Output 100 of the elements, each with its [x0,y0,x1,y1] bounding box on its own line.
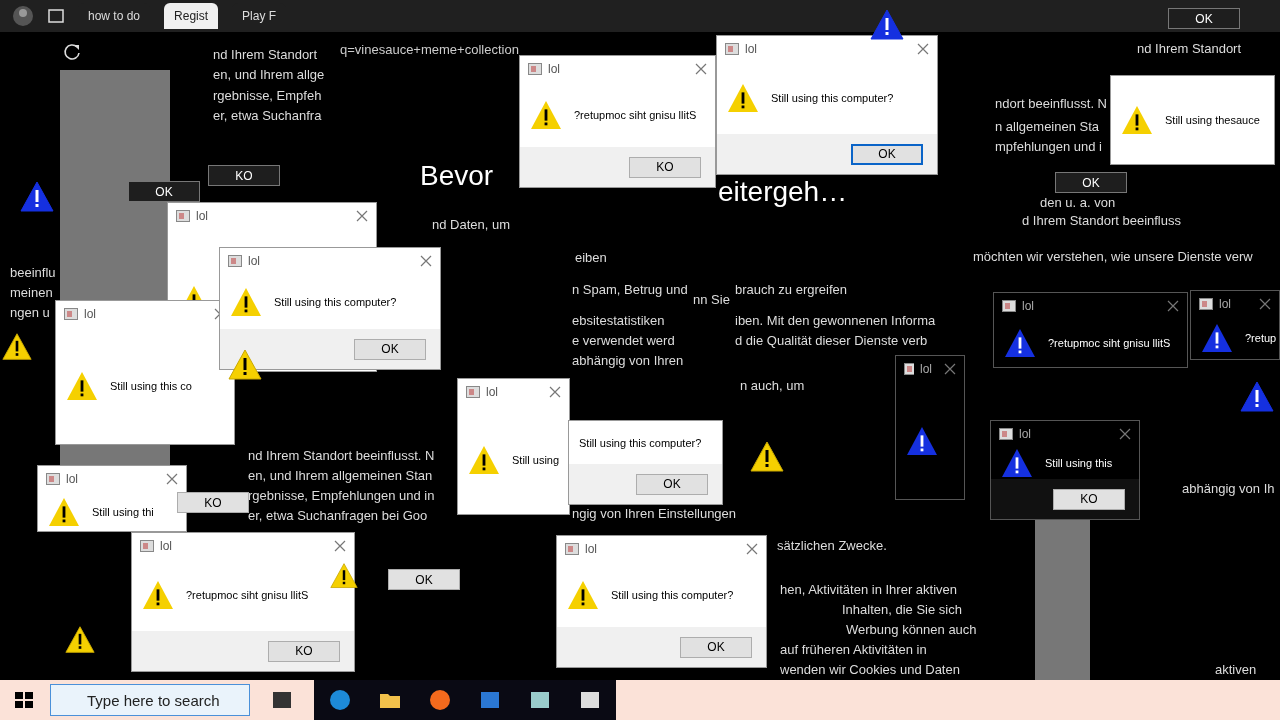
close-icon[interactable] [695,63,707,75]
page-text: hen, Aktivitäten in Ihrer aktiven [780,582,958,597]
window-icon [176,210,190,222]
close-icon[interactable] [944,363,956,375]
page-heading: eitergeh… [718,176,848,208]
page-text: d die Qualität dieser Dienste verb [735,333,928,348]
dialog-message: Still using this computer? [611,588,734,601]
window-title: lol [1019,427,1031,441]
warning-icon [142,580,174,610]
close-icon[interactable] [334,540,346,552]
ok-button[interactable]: OK [1055,172,1127,193]
warning-icon [530,99,562,130]
warning-icon [1240,380,1274,414]
ok-button[interactable]: KO [208,165,280,186]
warning-icon [468,444,500,475]
page-text: rgebnisse, Empfeh [213,88,322,103]
page-text: abhängig von Ihren [572,353,684,368]
page-text: n auch, um [740,378,805,393]
close-icon[interactable] [746,543,758,555]
window-icon [999,428,1013,440]
window-icon [1199,298,1213,310]
page-text: n Spam, Betrug und [572,282,688,297]
address-bar[interactable]: q=vinesauce+meme+collection [340,42,519,57]
warning-icon [906,425,938,456]
warning-icon [1001,448,1033,478]
ok-button[interactable]: OK [354,338,426,360]
page-text: rgebnisse, Empfehlungen und in [248,488,435,503]
warning-icon [20,180,54,214]
ok-button[interactable]: KO [177,492,249,513]
warning-icon [65,625,95,655]
page-text: sätzlichen Zwecke. [777,538,887,553]
close-icon[interactable] [420,255,432,267]
close-icon[interactable] [356,210,368,222]
dialog-message: Still using thi [92,505,154,518]
page-text: nd Ihrem Standort [213,47,318,62]
window-icon [725,43,739,55]
dialog-message: Still using thesauce [1165,114,1260,126]
ok-button[interactable]: OK [680,636,752,658]
page-text: eiben [575,250,607,265]
warning-icon [48,496,80,527]
ok-button[interactable]: KO [1053,488,1125,510]
page-text: nd Daten, um [432,217,511,232]
ok-button[interactable]: OK [388,569,460,590]
page-text: auf früheren Aktivitäten in [780,642,927,657]
warning-icon [1201,323,1233,353]
window-title: lol [1022,299,1034,313]
window-title: lol [1219,297,1231,311]
page-text: brauch zu ergreifen [735,282,847,297]
close-icon[interactable] [1259,298,1271,310]
browser-tab[interactable]: Regist [164,3,219,29]
ok-button[interactable]: OK [636,473,708,495]
page-text: Inhalten, die Sie sich [842,602,962,617]
warning-icon [1004,328,1036,358]
page-text: iben. Mit den gewonnenen Informa [735,313,936,328]
window-title: lol [248,254,260,268]
reload-icon[interactable] [62,42,82,62]
close-icon[interactable] [1119,428,1131,440]
window-icon [528,63,542,75]
page-text: wenden wir Cookies und Daten [780,662,960,677]
page-text: beeinflu [10,265,56,280]
avatar-icon[interactable] [12,5,34,27]
page-heading: Bevor [420,160,494,192]
warning-icon [750,440,784,474]
ok-button[interactable]: KO [268,640,340,662]
window-icon [904,363,914,375]
page-text: möchten wir verstehen, wie unsere Dienste verw [973,249,1253,264]
tab-actions-icon[interactable] [48,8,64,24]
page-text: abhängig von Ih [1182,481,1275,496]
window-icon [140,540,154,552]
warning-icon [330,562,358,590]
window-icon [46,473,60,485]
window-title: lol [585,542,597,556]
ok-button[interactable]: OK [1168,8,1240,29]
window-icon [565,543,579,555]
ok-button[interactable]: KO [629,156,701,178]
page-text: mpfehlungen und i [995,139,1102,154]
page-text: ngig von Ihren Einstellungen [572,506,737,521]
dialog-message: Still using this computer? [274,295,397,308]
warning-icon [228,348,262,382]
close-icon[interactable] [917,43,929,55]
ok-button[interactable]: OK [128,181,200,202]
window-icon [64,308,78,320]
window-title: lol [66,472,78,486]
ok-button[interactable]: OK [851,143,923,165]
window-icon [1002,300,1016,312]
close-icon[interactable] [1167,300,1179,312]
close-icon[interactable] [549,386,561,398]
close-icon[interactable] [166,473,178,485]
search-field[interactable]: Type here to search [50,684,250,716]
page-text: er, etwa Suchanfragen bei Goo [248,508,428,523]
page-text: meinen [10,285,53,300]
page-text: Werbung können auch [846,622,977,637]
page-text: ebsitestatistiken [572,313,665,328]
page-text: e verwendet werd [572,333,675,348]
page-text: ndort beeinflusst. N [995,96,1107,111]
window-title: lol [920,362,932,376]
page-text: nn Sie [693,292,730,307]
page-text: n allgemeinen Sta [995,119,1100,134]
page-text: en, und Ihrem allgemeinen Stan [248,468,433,483]
dialog-message: Still using this computer? [771,92,894,104]
